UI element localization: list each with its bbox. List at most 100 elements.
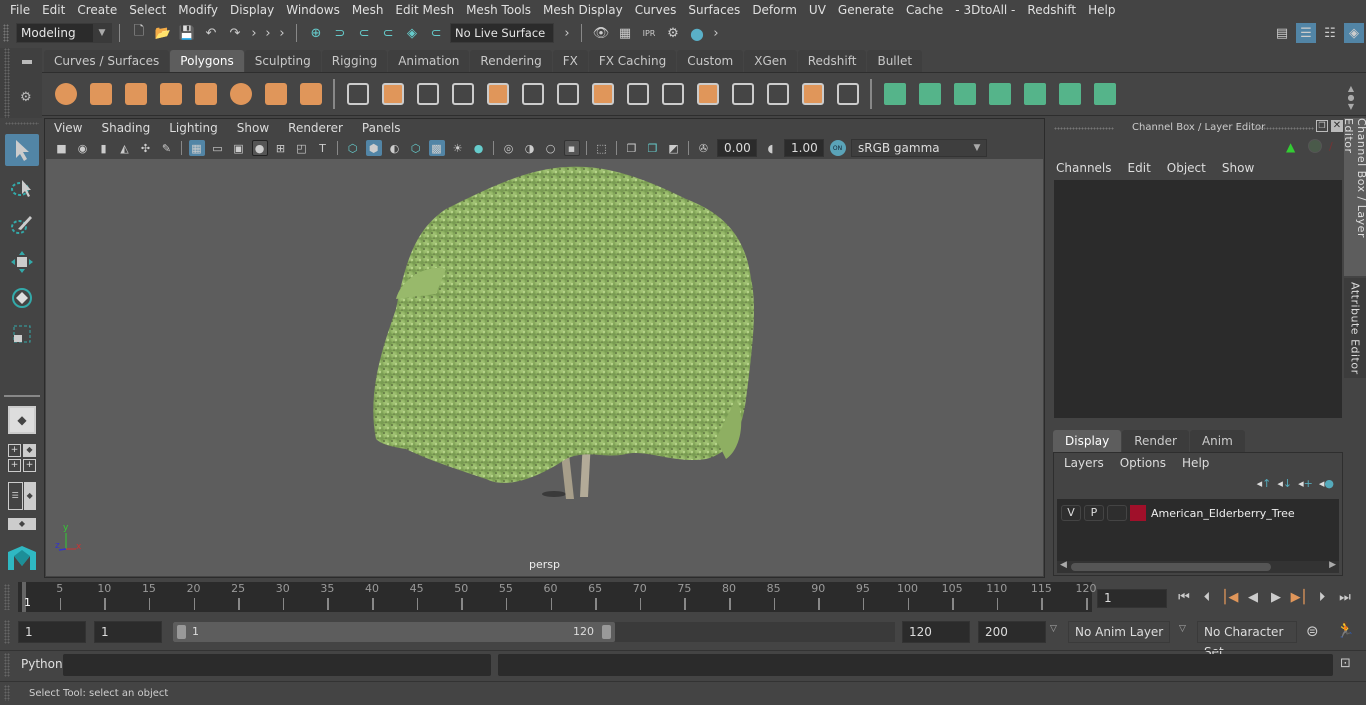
menu-mesh-tools[interactable]: Mesh Tools <box>460 3 537 17</box>
rotate-tool-icon[interactable] <box>5 282 39 314</box>
step-forward-frame-icon[interactable]: ⏵ <box>1312 587 1332 607</box>
range-start-handle[interactable] <box>177 625 186 639</box>
paint-select-tool-icon[interactable] <box>5 208 39 240</box>
channel-box-menu-show[interactable]: Show <box>1220 161 1262 175</box>
drag-handle[interactable] <box>4 685 10 701</box>
command-language-toggle[interactable]: Python <box>21 657 63 671</box>
menu-create[interactable]: Create <box>71 3 123 17</box>
playback-start-field[interactable]: 1 <box>94 621 162 643</box>
snap-curve-icon[interactable]: ⊃ <box>330 23 350 43</box>
side-tab-channel-box[interactable]: Channel Box / Layer Editor <box>1342 118 1366 276</box>
safe-title-icon[interactable]: T <box>315 140 331 156</box>
undo-icon[interactable]: ↶ <box>201 23 221 43</box>
animation-end-field[interactable]: 200 <box>978 621 1046 643</box>
drag-handle[interactable] <box>3 24 9 42</box>
bevel-icon[interactable] <box>483 79 513 109</box>
panel-menu-show[interactable]: Show <box>228 121 279 135</box>
render-frame-icon[interactable]: ▦ <box>615 23 635 43</box>
xray-joints-icon[interactable]: ◩ <box>666 140 682 156</box>
float-panel-icon[interactable]: ❐ <box>1316 120 1328 132</box>
depth-of-field-icon[interactable]: ▪ <box>563 140 580 156</box>
poly-pyramid-icon[interactable] <box>261 79 291 109</box>
make-hole-icon[interactable] <box>833 79 863 109</box>
cylindrical-uv-icon[interactable] <box>915 79 945 109</box>
horizontal-scrollbar[interactable]: ◀ ▶ <box>1057 560 1339 573</box>
tree-model[interactable] <box>46 159 1043 576</box>
character-set-dropdown-arrow-icon[interactable]: ▽ <box>1179 624 1186 634</box>
move-layer-up-icon[interactable]: ◂↑ <box>1257 477 1272 490</box>
textured-icon[interactable]: ▩ <box>428 140 445 156</box>
current-frame-field[interactable]: 1 <box>1097 589 1167 608</box>
collapse-arrow-icon[interactable]: › <box>711 23 721 43</box>
menu-redshift[interactable]: Redshift <box>1021 3 1082 17</box>
color-management-toggle-icon[interactable]: ON <box>829 140 846 156</box>
shelf-tab-fx-caching[interactable]: FX Caching <box>588 50 677 72</box>
target-weld-icon[interactable] <box>623 79 653 109</box>
modeling-toolkit-icon[interactable]: ▤ <box>1272 23 1292 43</box>
collapse-arrow-icon[interactable]: › <box>249 23 259 43</box>
layer-menu-layers[interactable]: Layers <box>1056 456 1112 470</box>
camera-attributes-icon[interactable]: ◉ <box>75 140 91 156</box>
four-view-layout-icon[interactable]: + ◆ + + <box>8 444 36 472</box>
collapse-arrow-icon[interactable]: › <box>562 23 572 43</box>
layer-row[interactable]: V P American_Elderberry_Tree <box>1057 503 1339 523</box>
panel-menu-shading[interactable]: Shading <box>92 121 160 135</box>
new-scene-icon[interactable]: 🗋 <box>129 23 149 43</box>
3d-viewport[interactable]: y x z persp <box>46 159 1043 576</box>
smooth-icon[interactable] <box>448 79 478 109</box>
shadows-icon[interactable]: ● <box>471 140 487 156</box>
separate-icon[interactable] <box>378 79 408 109</box>
drag-handle[interactable] <box>1254 127 1314 130</box>
shelf-tab-animation[interactable]: Animation <box>388 50 470 72</box>
shelf-scroll[interactable]: ▲ ● ▼ <box>1344 84 1358 111</box>
drag-handle[interactable] <box>5 122 39 125</box>
drag-handle[interactable] <box>4 584 10 610</box>
fill-hole-icon[interactable] <box>693 79 723 109</box>
uv-editor-icon[interactable] <box>1055 79 1085 109</box>
contour-uv-icon[interactable] <box>1020 79 1050 109</box>
open-scene-icon[interactable]: 📂 <box>153 23 173 43</box>
command-input[interactable] <box>63 654 491 676</box>
bridge-icon[interactable] <box>518 79 548 109</box>
script-editor-icon[interactable]: ⊡ <box>1340 656 1351 671</box>
safe-action-icon[interactable]: ◰ <box>294 140 310 156</box>
visibility-toggle[interactable]: V <box>1061 505 1081 521</box>
range-slider-bar[interactable]: 1 120 <box>173 622 615 642</box>
poly-pipe-icon[interactable] <box>296 79 326 109</box>
scale-tool-icon[interactable] <box>5 318 39 350</box>
save-scene-icon[interactable]: 💾 <box>177 23 197 43</box>
default-material-icon[interactable]: ◐ <box>387 140 403 156</box>
shelf-tab-curves-surfaces[interactable]: Curves / Surfaces <box>44 50 170 72</box>
bookmark-icon[interactable]: ▮ <box>96 140 112 156</box>
snap-view-plane-icon[interactable]: ⊂ <box>378 23 398 43</box>
animation-start-field[interactable]: 1 <box>18 621 86 643</box>
xray-active-icon[interactable]: ❐ <box>645 140 661 156</box>
menu-display[interactable]: Display <box>224 3 280 17</box>
menu-curves[interactable]: Curves <box>629 3 683 17</box>
layer-tab-anim[interactable]: Anim <box>1189 430 1245 452</box>
combine-icon[interactable] <box>343 79 373 109</box>
grease-pencil-icon[interactable]: ✎ <box>159 140 175 156</box>
poly-cone-icon[interactable] <box>156 79 186 109</box>
shelf-menu-icon[interactable] <box>22 60 32 64</box>
screen-space-ao-icon[interactable]: ◎ <box>501 140 517 156</box>
use-all-lights-icon[interactable]: ☀ <box>450 140 466 156</box>
range-end-handle[interactable] <box>602 625 611 639</box>
menu-deform[interactable]: Deform <box>746 3 803 17</box>
menu-mesh-display[interactable]: Mesh Display <box>537 3 629 17</box>
layer-menu-help[interactable]: Help <box>1174 456 1217 470</box>
layer-color-swatch[interactable] <box>1130 505 1146 521</box>
go-to-end-icon[interactable]: ⏭ <box>1335 587 1355 607</box>
append-polygon-icon[interactable] <box>658 79 688 109</box>
multi-cut-icon[interactable] <box>588 79 618 109</box>
menu-edit[interactable]: Edit <box>36 3 71 17</box>
new-layer-selected-icon[interactable]: ◂● <box>1319 477 1334 490</box>
move-tool-icon[interactable] <box>5 246 39 278</box>
shelf-tab-fx[interactable]: FX <box>552 50 588 72</box>
panel-menu-view[interactable]: View <box>45 121 92 135</box>
collapse-arrow-icon[interactable]: › <box>277 23 287 43</box>
select-tool-icon[interactable] <box>5 134 39 166</box>
poly-cube-icon[interactable] <box>86 79 116 109</box>
poly-plane-icon[interactable] <box>191 79 221 109</box>
time-slider[interactable]: 1 5 10 15 20 25 30 35 40 45 50 55 60 65 70 75 80 85 90 95 1… <box>18 582 1097 612</box>
